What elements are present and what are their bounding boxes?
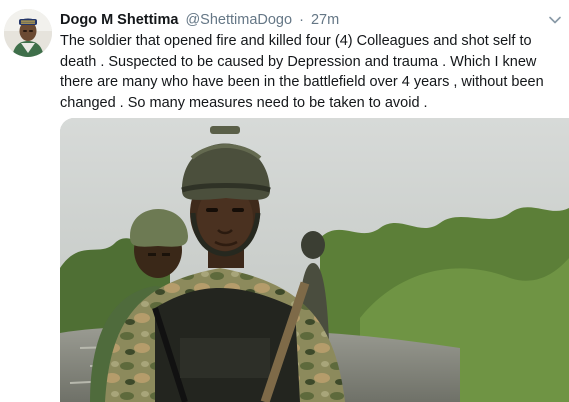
tweet-timestamp[interactable]: 27m xyxy=(311,12,339,28)
tweet-photo[interactable] xyxy=(60,118,569,402)
avatar-image xyxy=(4,9,52,57)
photo-image xyxy=(60,118,569,402)
author-avatar[interactable] xyxy=(4,9,52,57)
header-separator: · xyxy=(299,12,304,28)
author-handle[interactable]: @ShettimaDogo xyxy=(185,12,292,28)
author-display-name[interactable]: Dogo M Shettima xyxy=(60,12,178,28)
tweet-header: Dogo M Shettima @ShettimaDogo · 27m xyxy=(60,10,541,30)
tweet-menu-button[interactable] xyxy=(545,10,565,30)
chevron-down-icon xyxy=(549,16,561,24)
tweet-card[interactable]: Dogo M Shettima @ShettimaDogo · 27m The … xyxy=(0,0,569,402)
tweet-text: The soldier that opened fire and killed … xyxy=(60,33,544,111)
